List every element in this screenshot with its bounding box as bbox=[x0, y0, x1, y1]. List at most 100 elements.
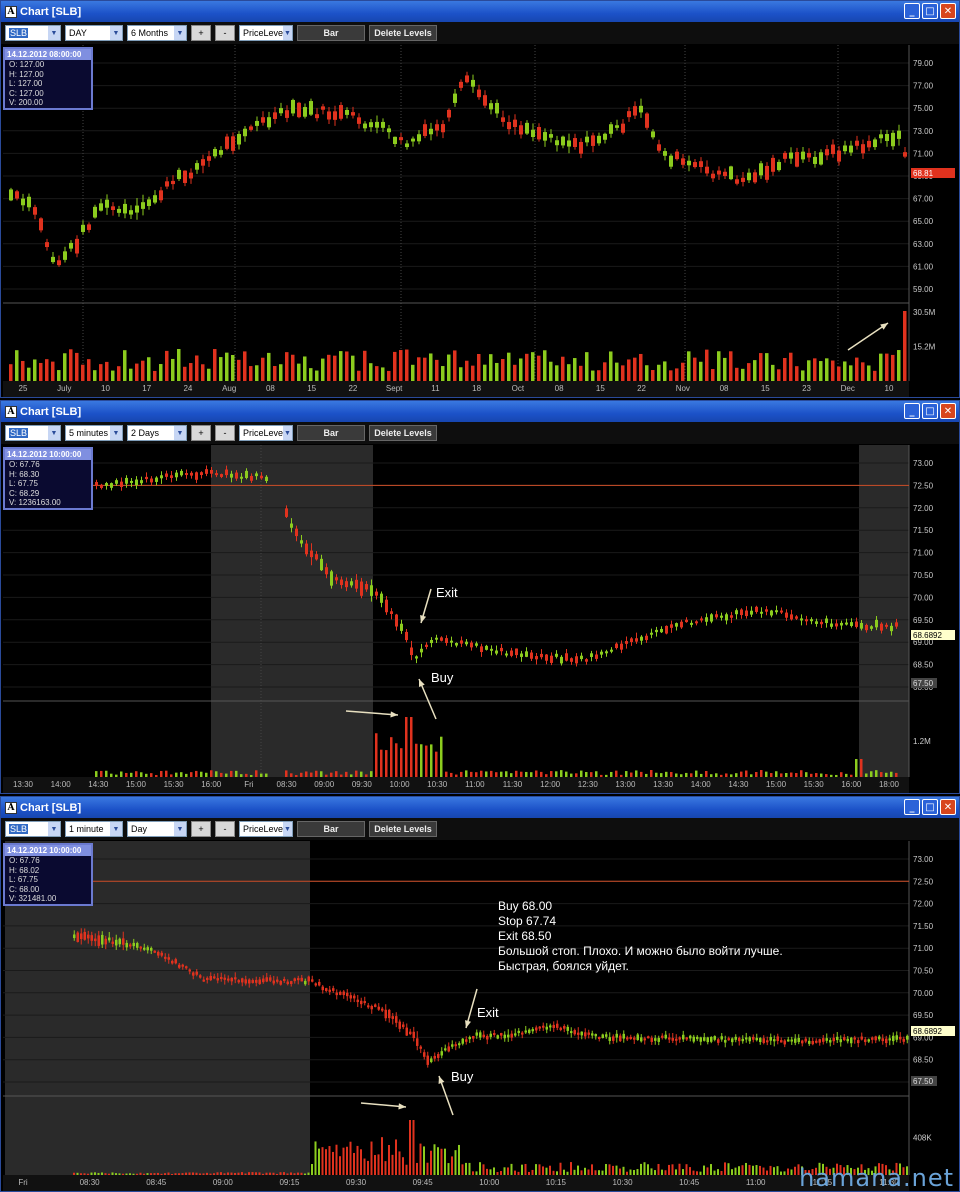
candle bbox=[507, 121, 511, 130]
volume-bar bbox=[405, 349, 409, 381]
title-bar[interactable]: A Chart [SLB] _ □ ✕ bbox=[1, 797, 959, 818]
candle bbox=[850, 622, 853, 626]
time-axis bbox=[3, 1175, 909, 1191]
candle bbox=[321, 106, 325, 110]
volume-bar bbox=[300, 772, 303, 777]
zoom-out-button[interactable]: - bbox=[215, 425, 235, 441]
time-axis-label: 08 bbox=[555, 384, 564, 393]
candle bbox=[489, 1033, 492, 1037]
time-axis-label: 10:15 bbox=[546, 1178, 567, 1187]
range-select[interactable]: 6 Months ▼ bbox=[127, 25, 187, 41]
delete-levels-button[interactable]: Delete Levels bbox=[369, 821, 437, 837]
candle bbox=[897, 130, 901, 139]
study-select[interactable]: PriceLeve ▼ bbox=[239, 25, 293, 41]
chart-type-button[interactable]: Bar bbox=[297, 821, 365, 837]
volume-bar bbox=[105, 361, 109, 381]
candle bbox=[549, 1025, 552, 1028]
title-bar[interactable]: A Chart [SLB] _ □ ✕ bbox=[1, 401, 959, 422]
volume-bar bbox=[356, 1145, 359, 1175]
close-icon[interactable]: ✕ bbox=[940, 3, 956, 19]
interval-select[interactable]: 5 minutes ▼ bbox=[65, 425, 123, 441]
candle bbox=[479, 1032, 482, 1038]
study-select[interactable]: PriceLeve ▼ bbox=[239, 821, 293, 837]
maximize-icon[interactable]: □ bbox=[922, 403, 938, 419]
cursor-price-label: 67.50 bbox=[913, 1077, 934, 1086]
candle bbox=[472, 1036, 475, 1039]
delete-levels-button[interactable]: Delete Levels bbox=[369, 25, 437, 41]
candle bbox=[255, 979, 258, 983]
candle bbox=[465, 641, 468, 645]
zoom-in-button[interactable]: + bbox=[191, 425, 211, 441]
range-select[interactable]: Day ▼ bbox=[127, 821, 187, 837]
maximize-icon[interactable]: □ bbox=[922, 799, 938, 815]
close-icon[interactable]: ✕ bbox=[940, 799, 956, 815]
candle bbox=[727, 1038, 730, 1041]
candle bbox=[145, 476, 148, 480]
candle bbox=[237, 980, 240, 983]
dropdown-arrow-icon: ▼ bbox=[174, 822, 186, 836]
candle bbox=[461, 1038, 464, 1044]
time-axis bbox=[3, 381, 909, 397]
volume-bar bbox=[206, 1172, 208, 1175]
symbol-select[interactable]: SLB ▼ bbox=[5, 821, 61, 837]
candle bbox=[865, 624, 868, 631]
candle bbox=[454, 1044, 457, 1047]
volume-bar bbox=[710, 774, 713, 777]
volume-bar bbox=[216, 1172, 219, 1175]
candle bbox=[489, 103, 493, 110]
candle bbox=[808, 1040, 811, 1044]
zoom-in-button[interactable]: + bbox=[191, 25, 211, 41]
candle bbox=[615, 643, 618, 649]
zoom-in-button[interactable]: + bbox=[191, 821, 211, 837]
volume-bar bbox=[537, 355, 541, 381]
title-bar[interactable]: A Chart [SLB] _ □ ✕ bbox=[1, 1, 959, 22]
study-select[interactable]: PriceLeve ▼ bbox=[239, 425, 293, 441]
volume-bar bbox=[220, 772, 223, 777]
chart-type-button[interactable]: Bar bbox=[297, 425, 365, 441]
interval-select[interactable]: DAY ▼ bbox=[65, 25, 123, 41]
candle bbox=[560, 656, 563, 664]
symbol-select[interactable]: SLB ▼ bbox=[5, 425, 61, 441]
volume-bar bbox=[579, 365, 583, 381]
candle bbox=[777, 161, 781, 171]
candle bbox=[567, 140, 571, 147]
price-chart[interactable]: 79.0077.0075.0073.0071.0069.0067.0065.00… bbox=[3, 45, 957, 397]
zoom-out-button[interactable]: - bbox=[215, 25, 235, 41]
candle bbox=[190, 472, 193, 476]
minimize-icon[interactable]: _ bbox=[904, 3, 920, 19]
candle bbox=[700, 618, 703, 621]
volume-bar bbox=[682, 1169, 684, 1175]
volume-bar bbox=[250, 774, 253, 777]
candle bbox=[283, 979, 286, 982]
candle bbox=[495, 650, 498, 654]
volume-bar bbox=[285, 770, 288, 777]
volume-bar bbox=[549, 1165, 551, 1175]
close-icon[interactable]: ✕ bbox=[940, 403, 956, 419]
candle bbox=[849, 145, 853, 153]
zoom-out-button[interactable]: - bbox=[215, 821, 235, 837]
candle bbox=[135, 205, 139, 213]
volume-bar bbox=[753, 360, 757, 381]
candle bbox=[902, 1038, 905, 1042]
volume-bar bbox=[135, 771, 138, 777]
range-select[interactable]: 2 Days ▼ bbox=[127, 425, 187, 441]
volume-bar bbox=[699, 361, 703, 381]
interval-select[interactable]: 1 minute ▼ bbox=[65, 821, 123, 837]
info-close: C: 68.00 bbox=[9, 884, 40, 894]
volume-bar bbox=[225, 773, 228, 777]
volume-bar bbox=[480, 770, 483, 777]
candle bbox=[167, 957, 170, 960]
minimize-icon[interactable]: _ bbox=[904, 403, 920, 419]
candle bbox=[241, 978, 244, 983]
delete-levels-button[interactable]: Delete Levels bbox=[369, 425, 437, 441]
volume-bar bbox=[157, 1172, 159, 1175]
volume-bar bbox=[57, 370, 61, 381]
volume-bar bbox=[150, 1173, 152, 1175]
price-chart[interactable]: 73.00 72.50 72.00 71.50 71.00 70.50 70.00 69.50… bbox=[3, 445, 957, 793]
minimize-icon[interactable]: _ bbox=[904, 799, 920, 815]
symbol-select[interactable]: SLB ▼ bbox=[5, 25, 61, 41]
chart-type-button[interactable]: Bar bbox=[297, 25, 365, 41]
maximize-icon[interactable]: □ bbox=[922, 3, 938, 19]
candle bbox=[395, 614, 398, 627]
volume-bar bbox=[520, 771, 523, 777]
